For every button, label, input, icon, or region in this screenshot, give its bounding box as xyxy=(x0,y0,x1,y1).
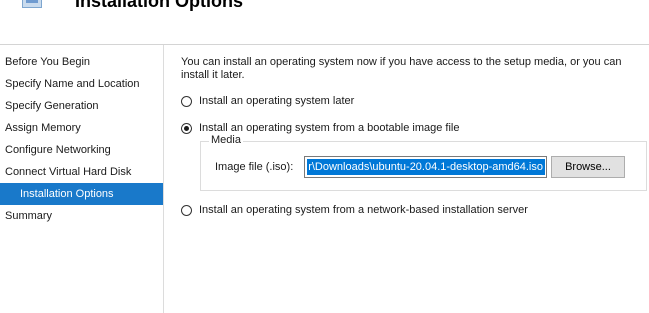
wizard-icon xyxy=(22,0,42,8)
step-summary[interactable]: Summary xyxy=(0,205,163,227)
image-file-value: r\Downloads\ubuntu-20.04.1-desktop-amd64… xyxy=(307,159,545,175)
step-configure-networking[interactable]: Configure Networking xyxy=(0,139,163,161)
option-network-server-label: Install an operating system from a netwo… xyxy=(199,204,528,216)
step-connect-virtual-hard-disk[interactable]: Connect Virtual Hard Disk xyxy=(0,161,163,183)
wizard-steps-sidebar: Before You Begin Specify Name and Locati… xyxy=(0,45,164,313)
radio-bootable-image[interactable] xyxy=(181,122,192,134)
option-install-later-label: Install an operating system later xyxy=(199,95,355,107)
image-file-input[interactable]: r\Downloads\ubuntu-20.04.1-desktop-amd64… xyxy=(304,156,547,178)
radio-network-server[interactable] xyxy=(181,204,192,216)
media-group-label: Media xyxy=(209,134,243,146)
intro-text: You can install an operating system now … xyxy=(181,56,622,81)
browse-button[interactable]: Browse... xyxy=(551,156,625,178)
step-specify-name-and-location[interactable]: Specify Name and Location xyxy=(0,73,163,95)
option-bootable-image-label: Install an operating system from a boota… xyxy=(199,122,460,134)
option-install-later[interactable]: Install an operating system later xyxy=(181,93,354,109)
step-specify-generation[interactable]: Specify Generation xyxy=(0,95,163,117)
image-file-label: Image file (.iso): xyxy=(215,161,294,173)
step-before-you-begin[interactable]: Before You Begin xyxy=(0,51,163,73)
option-network-server[interactable]: Install an operating system from a netwo… xyxy=(181,202,528,218)
wizard-header: Installation Options xyxy=(0,0,649,45)
radio-install-later[interactable] xyxy=(181,95,192,107)
step-installation-options[interactable]: Installation Options xyxy=(0,183,163,205)
page-title: Installation Options xyxy=(75,0,244,11)
step-assign-memory[interactable]: Assign Memory xyxy=(0,117,163,139)
media-groupbox: Media Image file (.iso): r\Downloads\ubu… xyxy=(200,134,647,191)
